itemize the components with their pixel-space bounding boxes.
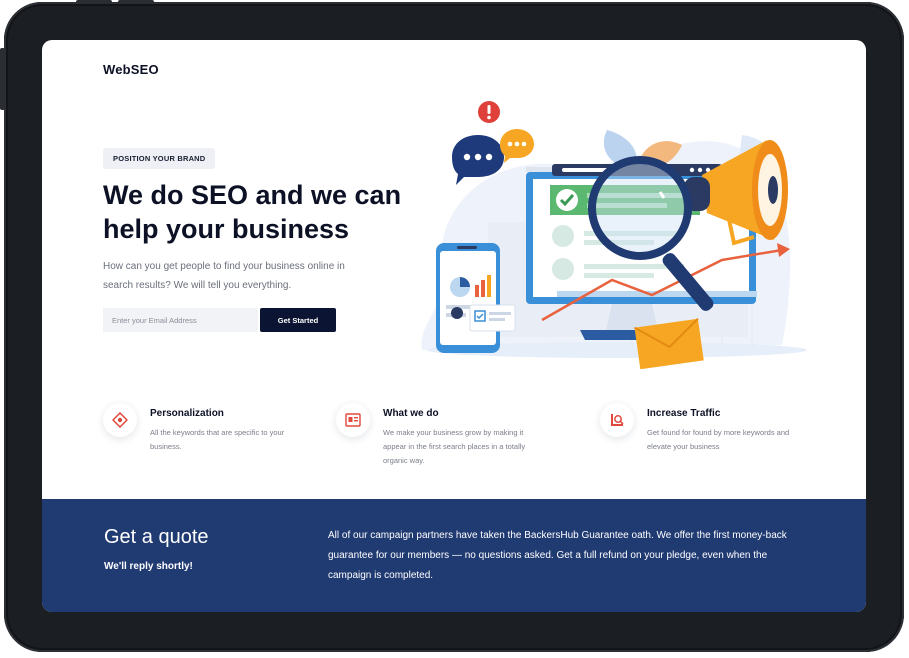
email-input[interactable] [103,308,258,332]
feature-text: All the keywords that are specific to yo… [150,428,285,451]
feature-text: We make your business grow by making it … [383,428,526,465]
volume-button [118,0,154,4]
seo-illustration [421,101,807,370]
feature-title: Personalization [150,408,224,419]
get-started-button[interactable]: Get Started [260,308,336,332]
tablet-screen: WebSEO POSITION YOUR BRAND We do SEO and… [42,40,866,612]
chart-magnifier-icon [600,403,634,437]
quote-title: Get a quote [104,526,209,548]
hero-headline: We do SEO and we can help your business [103,180,402,244]
quote-section: Get a quote We'll reply shortly! All of … [42,499,866,612]
quote-text: All of our campaign partners have taken … [328,530,787,581]
web-page-icon [336,403,370,437]
power-button [0,48,5,110]
quote-subtitle: We'll reply shortly! [104,561,193,572]
target-icon [103,403,137,437]
volume-button [76,0,112,4]
hero-subtext: How can you get people to find your busi… [103,261,345,291]
feature-text: Get found for found by more keywords and… [647,428,790,451]
site-logo[interactable]: WebSEO [103,62,159,77]
feature-title: What we do [383,408,439,419]
feature-title: Increase Traffic [647,408,721,419]
hero-badge: POSITION YOUR BRAND [103,148,216,169]
